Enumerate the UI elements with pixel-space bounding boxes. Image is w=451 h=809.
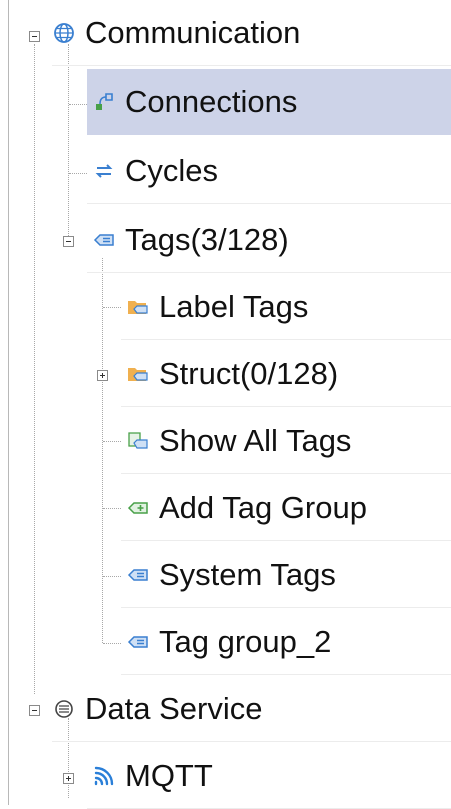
- folder-tag-icon: [126, 295, 150, 319]
- data-service-collapse-toggle[interactable]: [29, 705, 40, 716]
- tree-item-label-tags[interactable]: Label Tags: [121, 274, 451, 340]
- tags-collapse-toggle[interactable]: [63, 236, 74, 247]
- tree-line: [103, 576, 121, 577]
- tag-icon: [126, 563, 150, 587]
- tree-line: [69, 104, 87, 105]
- tree-item-system-tags[interactable]: System Tags: [121, 542, 451, 608]
- tree-item-label: Communication: [85, 15, 301, 50]
- mqtt-icon: [92, 764, 116, 788]
- project-tree: Communication Connections Cycles Tags(3/…: [0, 0, 451, 809]
- tree-line: [103, 307, 121, 308]
- tree-item-tags[interactable]: Tags(3/128): [87, 207, 451, 273]
- tree-item-label: MQTT: [125, 758, 213, 793]
- tag-icon: [92, 228, 116, 252]
- tree-item-label: Cycles: [125, 153, 219, 188]
- tree-line: [69, 173, 87, 174]
- tree-item-struct[interactable]: Struct(0/128): [121, 341, 451, 407]
- tree-item-tag-group-2[interactable]: Tag group_2: [121, 609, 451, 675]
- tree-item-connections[interactable]: Connections: [87, 69, 451, 135]
- cycle-icon: [92, 159, 116, 183]
- tree-item-label: Struct(0/128): [159, 356, 339, 391]
- tree-item-cycles[interactable]: Cycles: [87, 138, 451, 204]
- tree-item-mqtt[interactable]: MQTT: [87, 743, 451, 809]
- struct-expand-toggle[interactable]: [97, 370, 108, 381]
- show-tags-icon: [126, 429, 150, 453]
- communication-collapse-toggle[interactable]: [29, 31, 40, 42]
- add-tag-icon: [126, 496, 150, 520]
- tree-item-data-service[interactable]: Data Service: [52, 676, 451, 742]
- tree-item-add-tag-group[interactable]: Add Tag Group: [121, 475, 451, 541]
- tree-item-communication[interactable]: Communication: [52, 0, 451, 66]
- tree-item-label: Connections: [125, 84, 298, 119]
- tree-line: [34, 44, 35, 694]
- tree-item-label: Show All Tags: [159, 423, 352, 458]
- tree-line: [68, 44, 69, 244]
- tree-item-show-all-tags[interactable]: Show All Tags: [121, 408, 451, 474]
- tree-item-label: Data Service: [85, 691, 263, 726]
- tree-item-label: Tags(3/128): [125, 222, 289, 257]
- connection-icon: [92, 90, 116, 114]
- tree-line: [102, 258, 103, 643]
- folder-tag-icon: [126, 362, 150, 386]
- tag-icon: [126, 630, 150, 654]
- globe-icon: [52, 21, 76, 45]
- tree-line: [103, 441, 121, 442]
- tree-item-label: System Tags: [159, 557, 336, 592]
- tree-item-label: Add Tag Group: [159, 490, 367, 525]
- tree-line: [103, 508, 121, 509]
- tree-item-label: Tag group_2: [159, 624, 332, 659]
- tree-line: [103, 643, 121, 644]
- tree-item-label: Label Tags: [159, 289, 309, 324]
- mqtt-expand-toggle[interactable]: [63, 773, 74, 784]
- data-service-icon: [52, 697, 76, 721]
